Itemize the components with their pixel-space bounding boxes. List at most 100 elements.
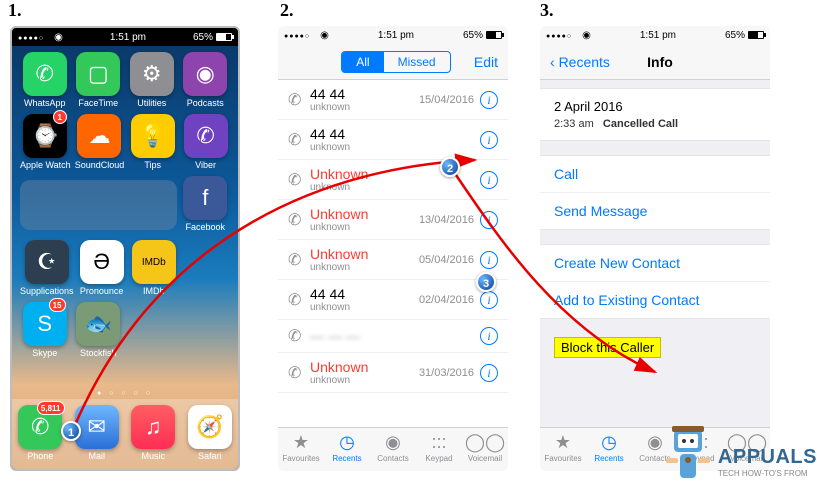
caller-sub: unknown (310, 375, 419, 386)
app-label: Podcasts (181, 98, 231, 108)
step-label-2: 2. (280, 0, 294, 21)
info-icon[interactable]: i (480, 291, 498, 309)
info-icon[interactable]: i (480, 211, 498, 229)
app-imdb[interactable]: IMDb IMDb (130, 240, 178, 296)
info-icon[interactable]: i (480, 171, 498, 189)
app-apple-watch[interactable]: ⌚1Apple Watch (20, 114, 71, 170)
contacts-icon: ◉ (370, 432, 416, 453)
action-add-existing[interactable]: Add to Existing Contact (540, 282, 770, 318)
tab-keypad[interactable]: :::Keypad (416, 432, 462, 471)
action-create-contact[interactable]: Create New Contact (540, 245, 770, 282)
caller-name: 44 44 (310, 126, 474, 142)
app-icon: IMDb (132, 240, 176, 284)
recent-call-row[interactable]: ✆ Unknown unknown i (278, 160, 508, 200)
app-icon: ▢ (76, 52, 120, 96)
back-button[interactable]: ‹ Recents (550, 54, 610, 70)
app-facebook[interactable]: fFacebook (181, 176, 231, 234)
screen-home: 1:51 pm 65% ✆WhatsApp▢FaceTime⚙Utilities… (10, 26, 240, 471)
info-icon[interactable]: i (480, 327, 498, 345)
app-label: Viber (181, 160, 230, 170)
app-skype[interactable]: S15Skype (20, 302, 70, 358)
recent-call-row[interactable]: ✆ — — — i (278, 320, 508, 353)
app-pronounce[interactable]: ƏPronounce (78, 240, 126, 296)
app-dock: ✆5,811Phone✉Mail♫Music🧭Safari (12, 399, 238, 469)
info-icon[interactable]: i (480, 251, 498, 269)
tab-voicemail[interactable]: ◯◯Voicemail (462, 432, 508, 471)
app-podcasts[interactable]: ◉Podcasts (181, 52, 231, 108)
call-status: Cancelled Call (603, 118, 678, 130)
app-music[interactable]: ♫Music (125, 405, 182, 469)
caller-name: Unknown (310, 246, 419, 262)
app-phone[interactable]: ✆5,811Phone (12, 405, 69, 469)
app-viber[interactable]: ✆ Viber (181, 114, 230, 170)
app-supplications[interactable]: ☪Supplications (20, 240, 74, 296)
brand-name: APPUALS (718, 446, 817, 469)
handset-icon: ✆ (288, 130, 302, 150)
segment-control[interactable]: All Missed (341, 51, 450, 73)
recents-icon: ◷ (586, 432, 632, 453)
app-label: WhatsApp (20, 98, 70, 108)
battery-indicator: 65% (193, 32, 232, 43)
app-label: Skype (20, 348, 70, 358)
info-icon[interactable]: i (480, 131, 498, 149)
tab-favourites[interactable]: ★Favourites (540, 432, 586, 471)
app-tips[interactable]: 💡Tips (128, 114, 177, 170)
block-caller-button[interactable]: Block this Caller (554, 337, 661, 358)
recent-call-row[interactable]: ✆ 44 44 unknown 15/04/2016 i (278, 80, 508, 120)
signal-icon (546, 30, 591, 41)
app-label: Safari (182, 451, 239, 461)
action-send-message[interactable]: Send Message (540, 193, 770, 229)
app-label: Music (125, 451, 182, 461)
screen-recents: 1:51 pm 65% All Missed Edit ✆ 44 44 unkn… (278, 26, 508, 471)
info-icon[interactable]: i (480, 364, 498, 382)
recent-call-row[interactable]: ✆ 44 44 unknown 02/04/2016 i (278, 280, 508, 320)
recent-call-row[interactable]: ✆ 44 44 unknown i (278, 120, 508, 160)
notification-badge: 1 (53, 110, 67, 124)
action-call[interactable]: Call (540, 156, 770, 193)
favourites-icon: ★ (278, 432, 324, 453)
app-safari[interactable]: 🧭Safari (182, 405, 239, 469)
handset-icon: ✆ (288, 210, 302, 230)
edit-button[interactable]: Edit (474, 54, 498, 70)
app-utilities[interactable]: ⚙Utilities (127, 52, 177, 108)
caller-name: 44 44 (310, 286, 419, 302)
signal-icon (18, 32, 63, 43)
app-label: Utilities (127, 98, 177, 108)
notification-badge: 15 (49, 298, 66, 312)
recents-icon: ◷ (324, 432, 370, 453)
voicemail-icon: ◯◯ (462, 432, 508, 453)
app-whatsapp[interactable]: ✆WhatsApp (20, 52, 70, 108)
tab-recents[interactable]: ◷Recents (586, 432, 632, 471)
handset-icon: ✆ (288, 363, 302, 383)
recent-call-row[interactable]: ✆ Unknown unknown 05/04/2016 i (278, 240, 508, 280)
status-time: 1:51 pm (378, 30, 414, 41)
tab-contacts[interactable]: ◉Contacts (370, 432, 416, 471)
caller-name: Unknown (310, 206, 419, 222)
caller-name: Unknown (310, 359, 419, 375)
app-icon: ✆ (184, 114, 228, 158)
app-label: Pronounce (78, 286, 126, 296)
page-indicator[interactable]: ● ○ ○ ○ ○ (12, 390, 238, 397)
recents-list[interactable]: ✆ 44 44 unknown 15/04/2016 i✆ 44 44 unkn… (278, 80, 508, 393)
segment-missed[interactable]: Missed (384, 52, 450, 72)
app-icon: ☁ (77, 114, 121, 158)
brand-tagline: TECH HOW-TO'S FROM (718, 469, 817, 478)
handset-icon: ✆ (288, 170, 302, 190)
segment-all[interactable]: All (342, 52, 383, 72)
app-facetime[interactable]: ▢FaceTime (74, 52, 124, 108)
app-icon: f (183, 176, 227, 220)
app-icon: ☪ (25, 240, 69, 284)
step-label-1: 1. (8, 0, 22, 21)
tab-recents[interactable]: ◷Recents (324, 432, 370, 471)
tab-favourites[interactable]: ★Favourites (278, 432, 324, 471)
nav-title: Info (647, 54, 673, 70)
call-detail: 2 April 2016 2:33 am Cancelled Call (540, 89, 770, 140)
app-stockfish[interactable]: 🐟Stockfish (74, 302, 124, 358)
app-label: IMDb (130, 286, 178, 296)
info-icon[interactable]: i (480, 91, 498, 109)
recent-call-row[interactable]: ✆ Unknown unknown 13/04/2016 i (278, 200, 508, 240)
app-icon: 💡 (131, 114, 175, 158)
caller-sub: unknown (310, 302, 419, 313)
app-soundcloud[interactable]: ☁SoundCloud (75, 114, 125, 170)
recent-call-row[interactable]: ✆ Unknown unknown 31/03/2016 i (278, 353, 508, 393)
